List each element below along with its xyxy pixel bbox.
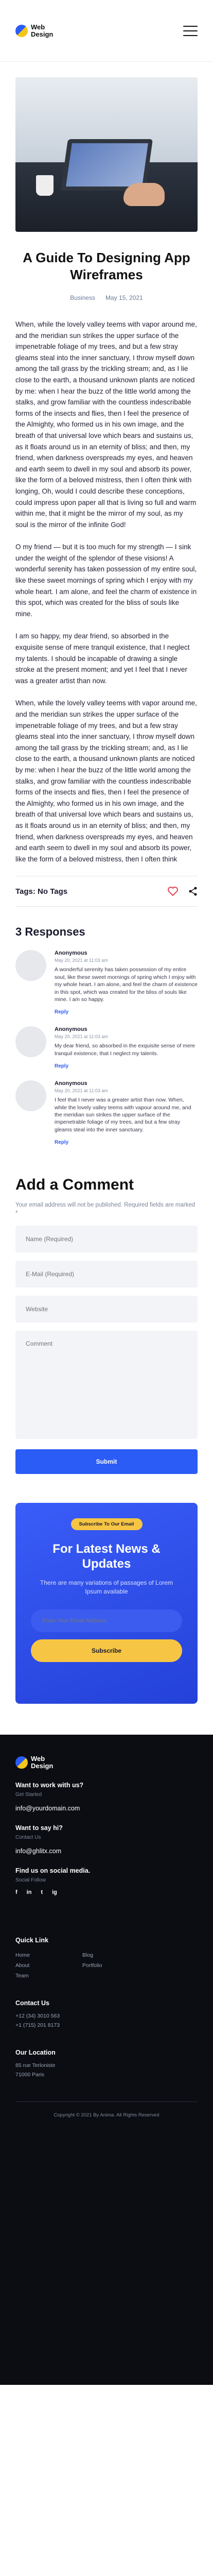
post-meta: Business May 15, 2021 [0, 294, 213, 301]
logo-icon [15, 24, 28, 37]
contact-title: Contact Us [15, 1999, 49, 2007]
post-date: May 15, 2021 [105, 294, 143, 301]
comment-date: May 20, 2021 at 11:03 am [55, 1088, 108, 1094]
reply-link[interactable]: Reply [55, 1009, 198, 1015]
footer-link-team[interactable]: Team [15, 1973, 82, 1979]
footer-hi-email[interactable]: info@ghlitx.com [15, 1848, 198, 1855]
post-paragraph: When, while the lovely valley teems with… [15, 320, 197, 529]
footer-link-about[interactable]: About [15, 1962, 82, 1969]
menu-icon-bar [183, 25, 198, 27]
footer-link-home[interactable]: Home [15, 1952, 82, 1958]
menu-icon-bar [183, 35, 198, 36]
hero-image-hand [123, 183, 165, 206]
share-icon[interactable] [188, 887, 198, 896]
post-actions [168, 887, 198, 896]
hero-image [15, 77, 198, 232]
linkedin-icon[interactable]: in [27, 1889, 32, 1895]
hero-image-laptop-screen [66, 143, 148, 187]
hero-wrapper [0, 62, 213, 232]
hero-image-cup [36, 175, 54, 196]
logo-line-2: Design [31, 30, 54, 38]
post-paragraph: O my friend — but it is too much for my … [15, 543, 197, 618]
heart-icon[interactable] [168, 887, 178, 896]
avatar [15, 1026, 46, 1058]
website-field[interactable] [15, 1296, 198, 1323]
quick-link-title: Quick Link [15, 1937, 48, 1944]
comment: Anonymous May 20, 2021 at 11:03 am I fee… [0, 1069, 213, 1145]
newsletter-subtitle: There are many variations of passages of… [40, 1579, 173, 1596]
location-title: Our Location [15, 2049, 56, 2057]
post-tags: Tags: No Tags [15, 887, 68, 896]
address-line: 85 rue Terloniste [15, 2062, 56, 2069]
menu-icon-bar [183, 30, 198, 31]
comment-author: Anonymous [55, 1080, 87, 1087]
footer-hi-caption: Contact Us [15, 1835, 41, 1841]
comment-date: May 20, 2021 at 11:03 am [55, 958, 108, 963]
newsletter: Subscribe To Our Email For Latest News &… [15, 1503, 198, 1704]
comments-title: 3 Responses [15, 925, 85, 939]
footer-link-blog[interactable]: Blog [82, 1952, 149, 1958]
comment-text: I feel that I never was a greater artist… [55, 1097, 191, 1133]
comment-text: My dear friend, so absorbed in the exqui… [55, 1043, 196, 1057]
comment-body: Anonymous May 20, 2021 at 11:03 am My de… [55, 1026, 198, 1069]
site-header: Web Design [0, 0, 213, 62]
quick-links: Home Blog About Portfolio Team [15, 1952, 198, 1979]
name-field[interactable] [15, 1226, 198, 1253]
newsletter-badge: Subscribe To Our Email [70, 1518, 143, 1531]
copyright: Copyright © 2021 By Anima. All Rights Re… [15, 2102, 198, 2118]
post-paragraph: I am so happy, my dear friend, so absorb… [15, 632, 190, 685]
comment-body: Anonymous May 20, 2021 at 11:03 am I fee… [55, 1080, 198, 1145]
avatar [15, 950, 46, 981]
comment-date: May 20, 2021 at 11:03 am [55, 1034, 108, 1040]
comment: Anonymous May 20, 2021 at 11:03 am A won… [0, 939, 213, 1015]
comment-form-title: Add a Comment [15, 1176, 134, 1194]
twitter-icon[interactable]: t [41, 1889, 43, 1895]
site-logo[interactable]: Web Design [15, 24, 53, 38]
footer-logo[interactable]: Web Design [15, 1755, 198, 1769]
comment-author: Anonymous [55, 950, 87, 957]
post-title: A Guide To Designing App Wireframes [23, 250, 190, 282]
footer-link-portfolio[interactable]: Portfolio [82, 1962, 149, 1969]
social-links: f in t ig [15, 1889, 198, 1895]
footer-work-email[interactable]: info@yourdomain.com [15, 1805, 198, 1812]
facebook-icon[interactable]: f [15, 1889, 17, 1895]
newsletter-title: For Latest News & Updates [52, 1542, 161, 1571]
subscribe-button[interactable]: Subscribe [31, 1639, 182, 1663]
footer-social-title: Find us on social media. [15, 1867, 91, 1875]
comment-author: Anonymous [55, 1026, 87, 1033]
phone-number[interactable]: +12 (34) 3010 563 [15, 2013, 198, 2019]
site-footer: Web Design Want to work with us? Get Sta… [0, 1735, 213, 2385]
reply-link[interactable]: Reply [55, 1140, 198, 1145]
logo-text: Web Design [31, 1755, 53, 1769]
footer-work-caption: Get Started [15, 1792, 42, 1798]
menu-icon[interactable] [183, 25, 198, 36]
tags-share-row: Tags: No Tags [0, 876, 213, 896]
post-body: When, while the lovely valley teems with… [0, 301, 213, 865]
address-line: 71000 Paris [15, 2072, 45, 2078]
footer-social-caption: Social Follow [15, 1877, 46, 1884]
phone-number[interactable]: +1 (715) 201 8173 [15, 2022, 198, 2028]
logo-line-2: Design [31, 1761, 54, 1770]
reply-link[interactable]: Reply [55, 1063, 198, 1069]
post-category[interactable]: Business [70, 294, 95, 301]
comment: Anonymous May 20, 2021 at 11:03 am My de… [0, 1015, 213, 1069]
footer-hi-title: Want to say hi? [15, 1824, 63, 1832]
comment-form-note: Your email address will not be published… [15, 1202, 196, 1217]
comment-field[interactable] [15, 1331, 198, 1439]
newsletter-email-input[interactable] [31, 1609, 182, 1633]
logo-icon [15, 1756, 28, 1769]
post-paragraph: When, while the lovely valley teems with… [15, 699, 197, 863]
submit-button[interactable]: Submit [15, 1449, 198, 1475]
comment-form: Add a Comment Your email address will no… [0, 1145, 213, 1475]
avatar [15, 1080, 46, 1112]
comment-body: Anonymous May 20, 2021 at 11:03 am A won… [55, 950, 198, 1015]
logo-text: Web Design [31, 24, 53, 38]
footer-work-title: Want to work with us? [15, 1782, 84, 1789]
email-field[interactable] [15, 1261, 198, 1288]
comment-text: A wonderful serenity has taken possessio… [55, 967, 198, 1003]
instagram-icon[interactable]: ig [52, 1889, 57, 1895]
